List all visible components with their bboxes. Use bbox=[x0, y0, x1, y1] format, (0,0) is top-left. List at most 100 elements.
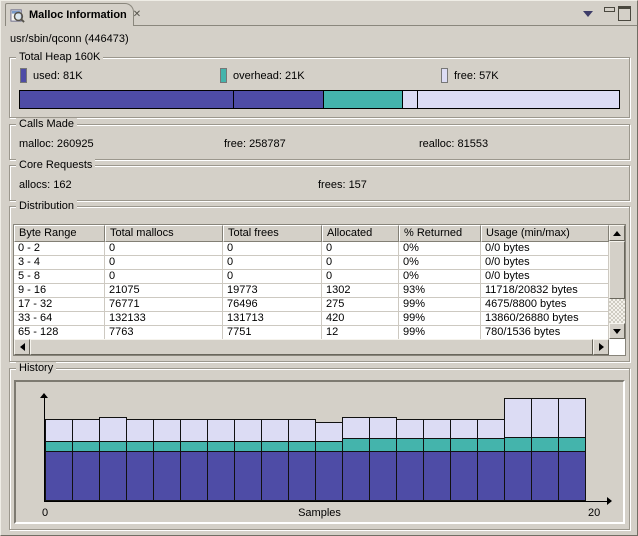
history-bar bbox=[315, 422, 343, 501]
history-bar-segment-used bbox=[180, 451, 208, 501]
group-distribution: Distribution Byte RangeTotal mallocsTota… bbox=[9, 206, 630, 362]
history-bar bbox=[153, 419, 181, 501]
table-cell: 93% bbox=[399, 284, 481, 298]
table-cell: 0 bbox=[223, 256, 322, 270]
history-bar-segment-overhead bbox=[531, 437, 559, 451]
table-cell: 0% bbox=[399, 256, 481, 270]
history-bar-segment-free bbox=[504, 398, 532, 437]
table-cell: 0 bbox=[223, 270, 322, 284]
history-bar-segment-free bbox=[396, 419, 424, 438]
table-cell: 99% bbox=[399, 298, 481, 312]
history-bar-segment-overhead bbox=[396, 438, 424, 451]
history-bar-segment-used bbox=[531, 451, 559, 501]
table-cell: 76771 bbox=[105, 298, 223, 312]
vertical-scrollbar-thumb[interactable] bbox=[609, 241, 625, 299]
history-bar bbox=[72, 419, 100, 501]
table-cell: 131713 bbox=[223, 312, 322, 326]
history-bar-segment-used bbox=[450, 451, 478, 501]
table-cell: 13860/26880 bytes bbox=[481, 312, 609, 326]
scroll-right-button[interactable] bbox=[593, 339, 609, 355]
column-header-byte-range[interactable]: Byte Range bbox=[14, 225, 105, 242]
column-header-usage-min-max-[interactable]: Usage (min/max) bbox=[481, 225, 609, 242]
table-cell: 12 bbox=[322, 326, 399, 339]
history-bar-segment-free bbox=[558, 398, 586, 437]
table-cell: 65 - 128 bbox=[14, 326, 105, 339]
history-bar-segment-free bbox=[423, 419, 451, 438]
history-bar-segment-overhead bbox=[288, 441, 316, 451]
column-header-total-frees[interactable]: Total frees bbox=[223, 225, 322, 242]
history-bar-segment-used bbox=[558, 451, 586, 501]
group-title-distribution: Distribution bbox=[16, 200, 77, 212]
table-cell: 7763 bbox=[105, 326, 223, 339]
column-header-allocated[interactable]: Allocated bbox=[322, 225, 399, 242]
scroll-up-button[interactable] bbox=[609, 225, 625, 241]
history-bar-segment-used bbox=[369, 451, 397, 501]
heap-segment-free bbox=[402, 91, 615, 108]
scroll-left-button[interactable] bbox=[14, 339, 30, 355]
heap-segment-used bbox=[20, 91, 323, 108]
column-header--returned[interactable]: % Returned bbox=[399, 225, 481, 242]
table-row[interactable]: 9 - 162107519773130293%11718/20832 bytes bbox=[14, 284, 609, 298]
down-arrow-icon bbox=[613, 329, 621, 334]
history-bar-segment-used bbox=[288, 451, 316, 501]
legend-label: free: 57K bbox=[454, 70, 499, 82]
minimize-button[interactable] bbox=[604, 7, 615, 12]
table-cell: 0 bbox=[322, 242, 399, 256]
left-arrow-icon bbox=[20, 343, 25, 351]
table-cell: 0/0 bytes bbox=[481, 270, 609, 284]
table-cell: 0/0 bytes bbox=[481, 242, 609, 256]
table-cell: 19773 bbox=[223, 284, 322, 298]
table-cell: 4675/8800 bytes bbox=[481, 298, 609, 312]
x-axis-max-label: 20 bbox=[588, 507, 600, 519]
history-bar-segment-free bbox=[207, 419, 235, 441]
history-bar bbox=[207, 419, 235, 501]
free-count-label: free: 258787 bbox=[224, 138, 286, 150]
table-cell: 0 bbox=[322, 270, 399, 284]
table-cell: 0 - 2 bbox=[14, 242, 105, 256]
history-bar-segment-overhead bbox=[234, 441, 262, 451]
history-bar-segment-used bbox=[342, 451, 370, 501]
history-bar-segment-used bbox=[261, 451, 289, 501]
history-bar bbox=[369, 417, 397, 501]
history-bar-segment-used bbox=[423, 451, 451, 501]
distribution-table: Byte RangeTotal mallocsTotal freesAlloca… bbox=[13, 224, 626, 356]
realloc-count-label: realloc: 81553 bbox=[419, 138, 488, 150]
history-bar-segment-free bbox=[477, 419, 505, 438]
history-bar-segment-used bbox=[477, 451, 505, 501]
history-bar-segment-used bbox=[207, 451, 235, 501]
maximize-button[interactable] bbox=[618, 6, 631, 21]
column-header-total-mallocs[interactable]: Total mallocs bbox=[105, 225, 223, 242]
table-row[interactable]: 5 - 80000%0/0 bytes bbox=[14, 270, 609, 284]
history-bar-segment-used bbox=[504, 451, 532, 501]
scroll-down-button[interactable] bbox=[609, 323, 625, 339]
table-cell: 7751 bbox=[223, 326, 322, 339]
tab-malloc-information[interactable]: Malloc Information ✕ bbox=[5, 3, 134, 26]
legend-swatch-icon bbox=[220, 68, 227, 83]
history-bar-segment-used bbox=[315, 451, 343, 501]
table-cell: 780/1536 bytes bbox=[481, 326, 609, 339]
group-total-heap: Total Heap 160K used: 81Koverhead: 21Kfr… bbox=[9, 57, 630, 118]
heap-legend-item: free: 57K bbox=[441, 68, 499, 83]
x-axis-title: Samples bbox=[16, 507, 623, 519]
right-arrow-icon bbox=[599, 343, 604, 351]
table-row[interactable]: 0 - 20000%0/0 bytes bbox=[14, 242, 609, 256]
horizontal-scrollbar-thumb[interactable] bbox=[30, 339, 593, 355]
horizontal-scrollbar[interactable] bbox=[14, 339, 609, 355]
history-bar bbox=[396, 419, 424, 501]
history-bar-segment-free bbox=[153, 419, 181, 441]
history-bar-segment-overhead bbox=[180, 441, 208, 451]
table-cell: 3 - 4 bbox=[14, 256, 105, 270]
table-row[interactable]: 33 - 6413213313171342099%13860/26880 byt… bbox=[14, 312, 609, 326]
table-row[interactable]: 17 - 32767717649627599%4675/8800 bytes bbox=[14, 298, 609, 312]
table-row[interactable]: 3 - 40000%0/0 bytes bbox=[14, 256, 609, 270]
history-bar bbox=[423, 419, 451, 501]
history-bar-segment-free bbox=[531, 398, 559, 437]
view-menu-icon[interactable] bbox=[583, 11, 593, 17]
history-bar-segment-used bbox=[234, 451, 262, 501]
tab-close-icon[interactable]: ✕ bbox=[133, 10, 141, 20]
vertical-scrollbar[interactable] bbox=[609, 225, 625, 339]
history-bar-segment-overhead bbox=[369, 438, 397, 451]
table-row[interactable]: 65 - 128776377511299%780/1536 bytes bbox=[14, 326, 609, 339]
table-cell: 11718/20832 bytes bbox=[481, 284, 609, 298]
history-bar bbox=[342, 417, 370, 501]
